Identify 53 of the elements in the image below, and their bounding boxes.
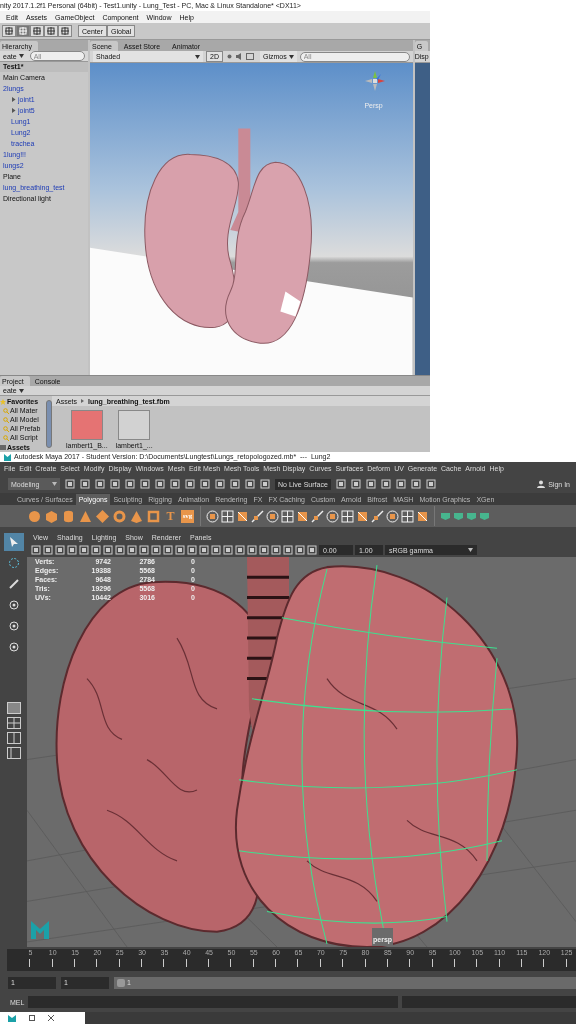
- toolbox-button[interactable]: [3, 533, 24, 551]
- app-logo-icon: [31, 921, 49, 939]
- folder-icon: [0, 445, 6, 450]
- image-icon[interactable]: [245, 53, 254, 60]
- paint-brush-icon: [7, 578, 20, 590]
- single-view-icon[interactable]: [6, 702, 21, 714]
- uv-shell-icon[interactable]: [479, 510, 490, 522]
- cylinder-icon[interactable]: [62, 509, 75, 523]
- rotate-tool-button[interactable]: [30, 25, 44, 37]
- collapsed-arrow-icon[interactable]: [11, 97, 16, 102]
- app-logo-icon[interactable]: [8, 1014, 16, 1022]
- search-icon: [3, 416, 9, 423]
- search-icon: [3, 425, 9, 432]
- command-result-field[interactable]: [402, 996, 576, 1008]
- torus-icon[interactable]: [113, 509, 126, 523]
- pipe-icon[interactable]: [147, 509, 160, 523]
- close-icon[interactable]: [48, 1015, 54, 1021]
- diamond-icon[interactable]: [96, 509, 109, 523]
- hand-tool-button[interactable]: [2, 25, 16, 37]
- uv-shell-icon[interactable]: [440, 510, 451, 522]
- cone-icon[interactable]: [79, 509, 92, 523]
- caret-icon: [52, 482, 57, 486]
- texture-thumbnail[interactable]: [70, 410, 103, 440]
- search-icon: [3, 407, 9, 414]
- caret-icon: [195, 54, 200, 59]
- command-line-field[interactable]: [28, 996, 399, 1008]
- chevron-icon: [81, 399, 84, 403]
- texture-thumbnail[interactable]: [118, 410, 151, 440]
- uv-shell-icon[interactable]: [466, 510, 477, 522]
- scale-tool-button[interactable]: [44, 25, 58, 37]
- app-logo-icon: [4, 453, 11, 461]
- sphere-icon[interactable]: [28, 509, 41, 523]
- maximize-icon[interactable]: [29, 1015, 35, 1021]
- pyramid-icon[interactable]: [130, 509, 143, 523]
- search-icon: [3, 434, 9, 441]
- four-view-icon[interactable]: [6, 717, 21, 729]
- split-view-icon[interactable]: [6, 732, 21, 744]
- caret-icon: [18, 54, 24, 58]
- sun-icon[interactable]: [225, 53, 233, 60]
- uv-shell-icon[interactable]: [453, 510, 464, 522]
- lasso-icon: [7, 557, 20, 569]
- speaker-icon[interactable]: [235, 53, 243, 60]
- rect-tool-tool-button[interactable]: [58, 25, 72, 37]
- caret-icon: [288, 54, 294, 59]
- outliner-layout-icon[interactable]: [6, 747, 21, 759]
- collapsed-arrow-icon[interactable]: [11, 108, 16, 113]
- move-tool-button[interactable]: [16, 25, 30, 37]
- star-icon: [0, 398, 6, 405]
- scrollbar[interactable]: [46, 400, 52, 448]
- caret-icon: [468, 548, 473, 552]
- user-icon: [537, 480, 546, 488]
- select-arrow-icon: [7, 536, 20, 548]
- caret-icon: [18, 388, 24, 393]
